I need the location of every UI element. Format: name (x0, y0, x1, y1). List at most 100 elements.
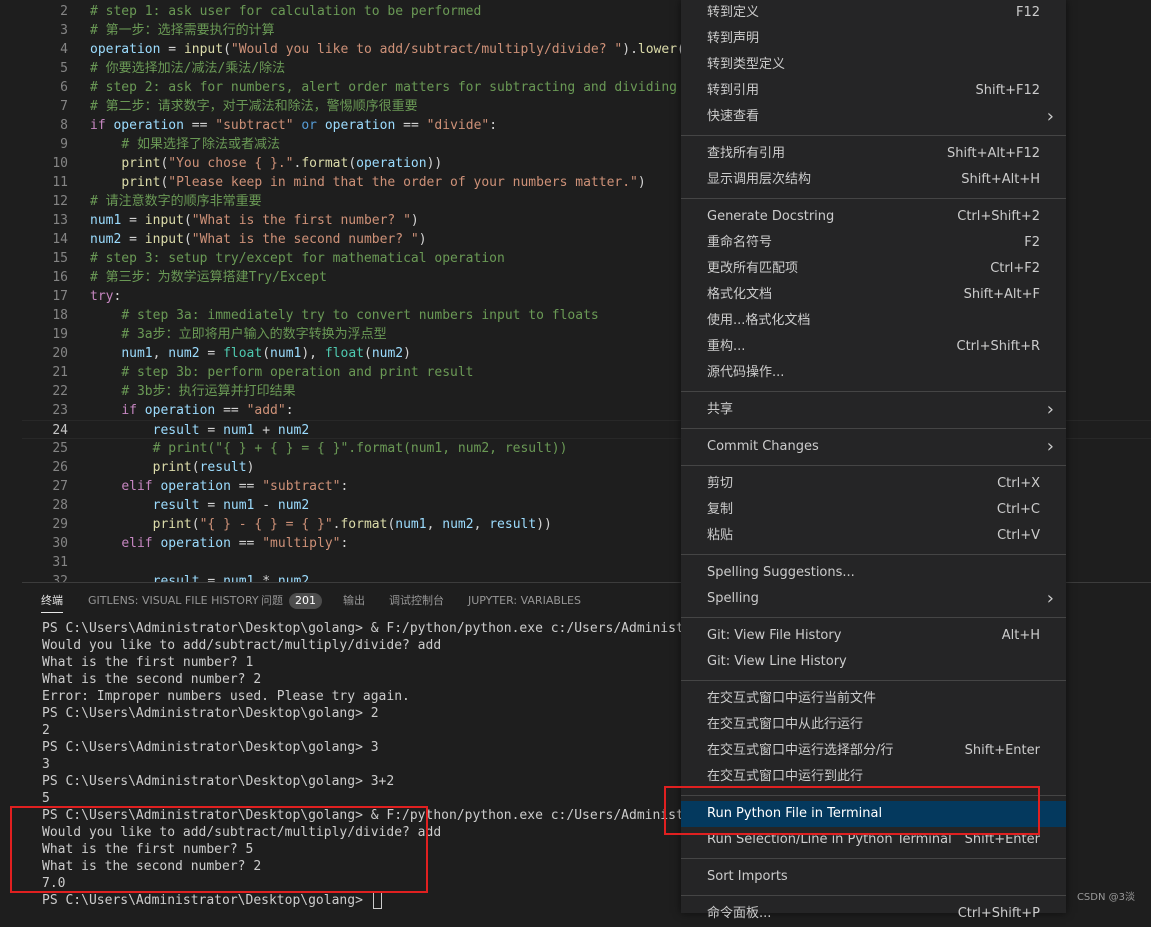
line-number: 10 (52, 156, 68, 171)
panel-tab[interactable]: 问题 201 (261, 583, 322, 619)
menu-item[interactable]: Run Selection/Line in Python Terminal Shi… (681, 827, 1066, 853)
code-token: == (230, 536, 263, 551)
menu-item-label: 查找所有引用 (707, 146, 786, 161)
menu-item[interactable]: 快速查看 › (681, 104, 1066, 130)
menu-item-shortcut: Shift+F12 (975, 83, 1040, 98)
menu-item-label: 快速查看 (707, 109, 760, 124)
terminal-line: 5 (42, 790, 50, 807)
menu-item[interactable]: 复制 Ctrl+C (681, 497, 1066, 523)
code-token: # 第一步：选择需要执行的计算 (90, 23, 275, 38)
panel-tab[interactable]: GITLENS: VISUAL FILE HISTORY (88, 583, 259, 619)
line-number: 4 (60, 42, 68, 57)
line-number: 17 (52, 289, 68, 304)
code-token: ), (301, 346, 325, 361)
code-text: print("{ } - { } = { }".format(num1, num… (90, 515, 552, 534)
menu-item-label: 转到引用 (707, 83, 760, 98)
code-token: # 3a步：立即将用户输入的数字转换为浮点型 (121, 327, 387, 342)
menu-item[interactable]: 在交互式窗口中运行当前文件 (681, 686, 1066, 712)
panel-tab-label: JUPYTER: VARIABLES (468, 594, 581, 607)
code-token: = (199, 346, 224, 361)
menu-item[interactable]: 在交互式窗口中运行到此行 (681, 764, 1066, 790)
menu-item[interactable]: 转到声明 (681, 26, 1066, 52)
line-number: 6 (60, 80, 68, 95)
panel-tab[interactable]: 输出 (343, 583, 365, 619)
menu-item-shortcut: Shift+Alt+F (963, 287, 1040, 302)
panel-tab-label: GITLENS: VISUAL FILE HISTORY (88, 594, 259, 607)
line-number: 15 (52, 251, 68, 266)
menu-item[interactable]: 命令面板... Ctrl+Shift+P (681, 901, 1066, 927)
menu-item[interactable]: 显示调用层次结构 Shift+Alt+H (681, 167, 1066, 193)
menu-item[interactable]: 转到引用 Shift+F12 (681, 78, 1066, 104)
code-token: == (230, 479, 263, 494)
menu-item-label: 格式化文档 (707, 287, 773, 302)
menu-item[interactable]: 使用...格式化文档 (681, 308, 1066, 334)
menu-item-shortcut: F2 (1024, 235, 1040, 250)
code-token: num2 (277, 574, 310, 582)
code-text: try: (90, 287, 121, 306)
code-token: operation (356, 156, 427, 171)
menu-separator (681, 858, 1066, 859)
left-gutter-strip (0, 0, 22, 913)
menu-item-label: 转到类型定义 (707, 57, 786, 72)
problems-count-badge: 201 (289, 593, 322, 609)
menu-item[interactable]: 重构... Ctrl+Shift+R (681, 334, 1066, 360)
menu-item[interactable]: 粘贴 Ctrl+V (681, 523, 1066, 549)
code-token: # 3b步：执行运算并打印结果 (121, 384, 296, 399)
menu-item[interactable]: Git: View Line History (681, 649, 1066, 675)
panel-tab[interactable]: 调试控制台 (389, 583, 444, 619)
code-token: "What is the second number? " (191, 232, 419, 247)
code-token: num1 (395, 517, 427, 532)
menu-item[interactable]: Spelling › (681, 586, 1066, 612)
menu-item[interactable]: Spelling Suggestions... (681, 560, 1066, 586)
code-token: ( (183, 232, 192, 247)
code-token: result (152, 498, 200, 513)
menu-item[interactable]: Sort Imports (681, 864, 1066, 890)
menu-item[interactable]: 格式化文档 Shift+Alt+F (681, 282, 1066, 308)
code-token: ( (191, 460, 200, 475)
code-token: num1 (90, 213, 122, 228)
menu-item[interactable]: 在交互式窗口中从此行运行 (681, 712, 1066, 738)
menu-item[interactable]: 在交互式窗口中运行选择部分/行 Shift+Enter (681, 738, 1066, 764)
menu-item[interactable]: 共享 › (681, 397, 1066, 423)
code-token: : (340, 536, 349, 551)
code-token: "add" (246, 403, 286, 418)
menu-item-label: 转到定义 (707, 5, 760, 20)
code-token: float (324, 346, 364, 361)
panel-tab[interactable]: 终端 (41, 583, 63, 619)
code-token: "You chose { }." (168, 156, 294, 171)
menu-item[interactable]: Generate Docstring Ctrl+Shift+2 (681, 204, 1066, 230)
terminal-line-text: PS C:\Users\Administrator\Desktop\golang… (42, 893, 371, 908)
panel-tab[interactable]: JUPYTER: VARIABLES (468, 583, 581, 619)
menu-separator (681, 391, 1066, 392)
code-token: num1 (121, 346, 153, 361)
menu-item[interactable]: 查找所有引用 Shift+Alt+F12 (681, 141, 1066, 167)
menu-item[interactable]: 更改所有匹配项 Ctrl+F2 (681, 256, 1066, 282)
code-token: "divide" (426, 118, 490, 133)
chevron-right-icon: › (1046, 399, 1054, 420)
code-token: operation (144, 403, 216, 418)
code-token: ( (262, 346, 271, 361)
menu-item[interactable]: 转到定义 F12 (681, 0, 1066, 26)
terminal-cursor[interactable] (372, 892, 382, 909)
menu-separator (681, 554, 1066, 555)
code-text: num2 = input("What is the second number?… (90, 230, 427, 249)
menu-item[interactable]: Git: View File History Alt+H (681, 623, 1066, 649)
menu-item[interactable]: 剪切 Ctrl+X (681, 471, 1066, 497)
code-token: "What is the first number? " (191, 213, 411, 228)
menu-item[interactable]: 重命名符号 F2 (681, 230, 1066, 256)
menu-item[interactable]: 源代码操作... (681, 360, 1066, 386)
menu-item[interactable]: Commit Changes › (681, 434, 1066, 460)
line-number: 14 (52, 232, 68, 247)
menu-item[interactable]: 转到类型定义 (681, 52, 1066, 78)
terminal-line-text: PS C:\Users\Administrator\Desktop\golang… (42, 706, 379, 721)
menu-item-shortcut: Shift+Enter (964, 832, 1040, 847)
menu-separator (681, 465, 1066, 466)
code-text: elif operation == "multiply": (90, 534, 348, 553)
menu-item[interactable]: Run Python File in Terminal (681, 801, 1066, 827)
